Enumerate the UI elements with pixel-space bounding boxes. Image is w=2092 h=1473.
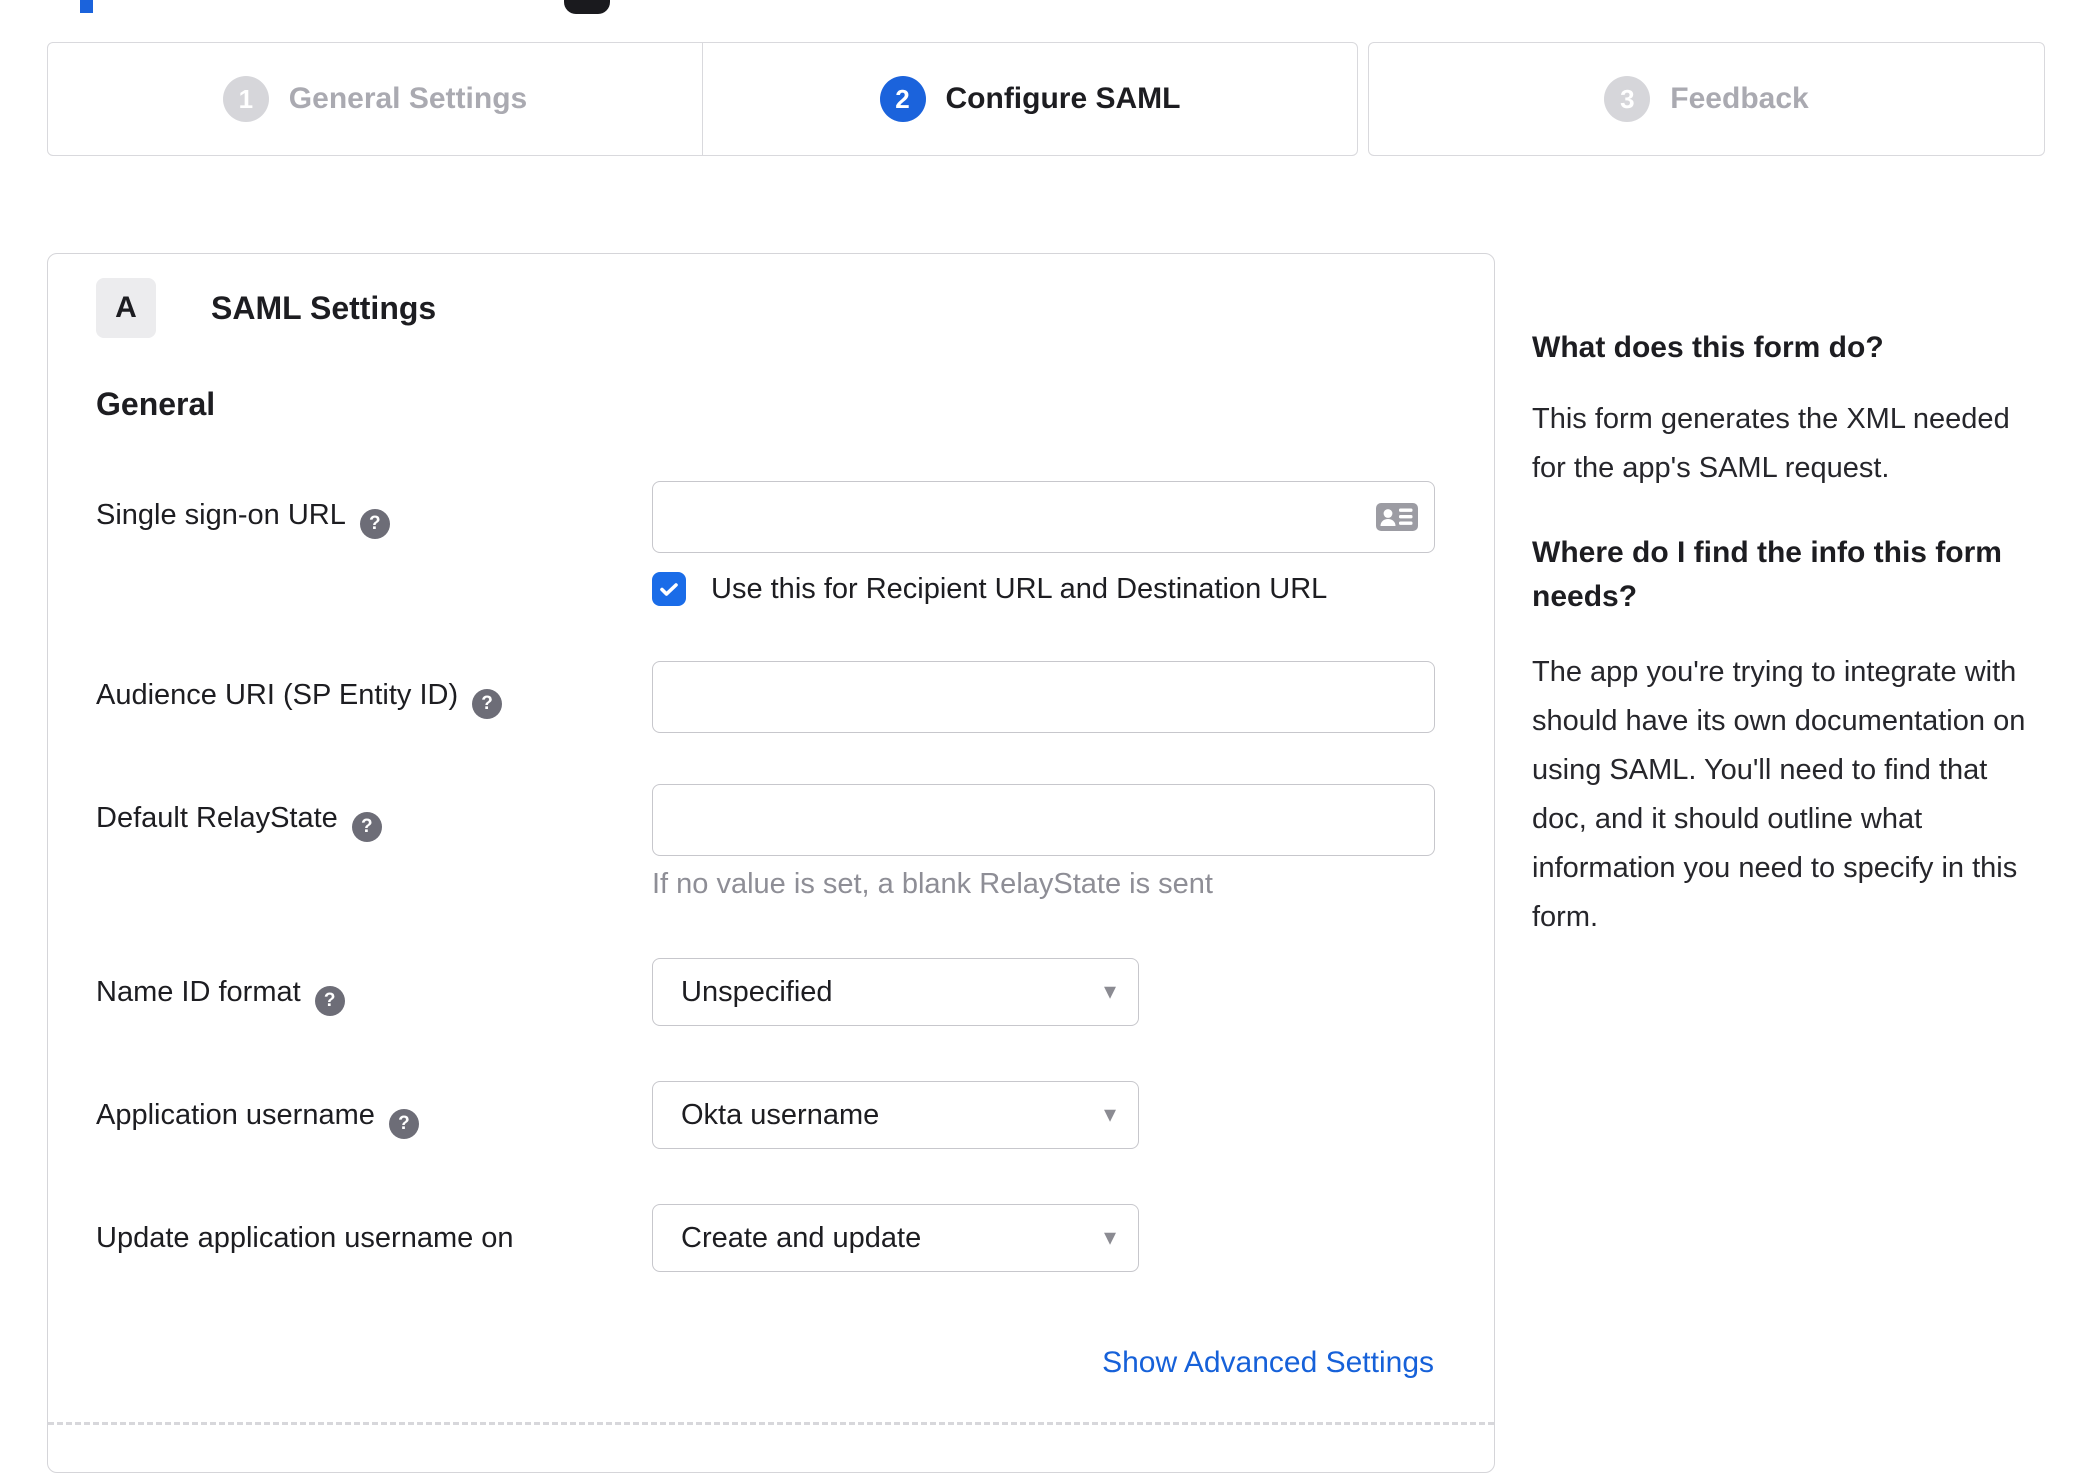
relaystate-helper-text: If no value is set, a blank RelayState i… bbox=[652, 868, 1213, 900]
step-configure-saml[interactable]: 2 Configure SAML bbox=[702, 43, 1357, 155]
label-col: Default RelayState? bbox=[96, 784, 652, 958]
sidebar-title-line: Where do I find the info this form bbox=[1532, 536, 2002, 569]
stepper-box-right: 3 Feedback bbox=[1368, 42, 2045, 156]
step-general-settings[interactable]: 1 General Settings bbox=[48, 43, 702, 155]
sidebar-title-where: Where do I find the info this form needs… bbox=[1532, 531, 2092, 619]
sidebar-paragraph: The app you're trying to integrate with … bbox=[1532, 648, 2092, 942]
sidebar-paragraph: This form generates the XML needed for t… bbox=[1532, 395, 2092, 493]
group-title-general: General bbox=[96, 386, 216, 422]
form-area: Single sign-on URL? Use this for Recipie… bbox=[96, 481, 1435, 1380]
sidebar-text-line: doc, and it should outline what bbox=[1532, 803, 1923, 835]
label-col: Name ID format? bbox=[96, 958, 652, 1081]
step-label: Configure SAML bbox=[945, 82, 1181, 115]
help-icon[interactable]: ? bbox=[388, 1109, 419, 1139]
form-row-application-username: Application username? Okta username ▾ bbox=[96, 1081, 1434, 1204]
control-col: Okta username ▾ bbox=[652, 1081, 1434, 1204]
form-row-default-relaystate: Default RelayState? If no value is set, … bbox=[96, 784, 1435, 958]
checkmark-icon bbox=[660, 583, 678, 596]
wizard-stepper: 1 General Settings 2 Configure SAML 3 Fe… bbox=[47, 42, 2045, 156]
help-icon[interactable]: ? bbox=[351, 812, 382, 842]
name-id-format-select[interactable]: Unspecified ▾ bbox=[652, 958, 1139, 1026]
field-label: Application username bbox=[96, 1099, 375, 1131]
help-icon[interactable]: ? bbox=[359, 509, 390, 539]
sidebar-text-line: form. bbox=[1532, 901, 1599, 933]
chevron-down-icon: ▾ bbox=[1103, 1224, 1116, 1251]
form-row-update-application-username: Update application username on Create an… bbox=[96, 1204, 1434, 1272]
sidebar-text-line: using SAML. You'll need to find that bbox=[1532, 754, 1988, 786]
select-value: Create and update bbox=[681, 1221, 922, 1254]
field-label: Name ID format bbox=[96, 976, 301, 1008]
control-col bbox=[652, 661, 1435, 784]
section-badge-a: A bbox=[96, 278, 156, 338]
label-col: Single sign-on URL? bbox=[96, 481, 652, 661]
chevron-down-icon: ▾ bbox=[1103, 978, 1116, 1005]
sidebar-title-what: What does this form do? bbox=[1532, 331, 1884, 364]
advanced-settings-row: Show Advanced Settings bbox=[96, 1346, 1434, 1380]
sidebar-text-line: should have its own documentation on bbox=[1532, 705, 2026, 737]
label-col: Application username? bbox=[96, 1081, 652, 1204]
field-label: Default RelayState bbox=[96, 802, 338, 834]
step-number-badge: 1 bbox=[222, 76, 269, 122]
panel-header: A SAML Settings bbox=[96, 278, 1434, 338]
application-username-select[interactable]: Okta username ▾ bbox=[652, 1081, 1139, 1149]
step-number-badge: 2 bbox=[879, 76, 926, 122]
step-number-badge: 3 bbox=[1604, 76, 1651, 122]
form-row-audience-uri: Audience URI (SP Entity ID)? bbox=[96, 661, 1435, 784]
sidebar-title-line: needs? bbox=[1532, 580, 1638, 613]
select-value: Unspecified bbox=[681, 975, 833, 1008]
help-icon[interactable]: ? bbox=[314, 986, 345, 1016]
input-wrap bbox=[652, 481, 1435, 553]
select-value: Okta username bbox=[681, 1098, 880, 1131]
single-sign-on-url-input[interactable] bbox=[652, 481, 1435, 553]
cutoff-blue-fragment bbox=[80, 0, 93, 13]
label-col: Audience URI (SP Entity ID)? bbox=[96, 661, 652, 784]
help-icon[interactable]: ? bbox=[472, 689, 503, 719]
label-col: Update application username on bbox=[96, 1204, 652, 1272]
input-wrap bbox=[652, 661, 1435, 733]
input-wrap bbox=[652, 784, 1435, 856]
control-col: Create and update ▾ bbox=[652, 1204, 1434, 1272]
cutoff-logo-fragment bbox=[564, 0, 610, 14]
field-label: Audience URI (SP Entity ID) bbox=[96, 679, 459, 711]
chevron-down-icon: ▾ bbox=[1103, 1101, 1116, 1128]
sidebar-text-line: information you need to specify in this bbox=[1532, 852, 2018, 884]
step-feedback[interactable]: 3 Feedback bbox=[1369, 43, 2044, 155]
default-relaystate-input[interactable] bbox=[652, 784, 1435, 856]
form-row-single-sign-on-url: Single sign-on URL? Use this for Recipie… bbox=[96, 481, 1435, 661]
checkbox-label: Use this for Recipient URL and Destinati… bbox=[711, 572, 1328, 605]
control-col: Use this for Recipient URL and Destinati… bbox=[652, 481, 1435, 661]
show-advanced-settings-link[interactable]: Show Advanced Settings bbox=[1102, 1346, 1434, 1379]
step-label: Feedback bbox=[1670, 82, 1809, 115]
sidebar-text-line: for the app's SAML request. bbox=[1532, 452, 1890, 484]
form-row-name-id-format: Name ID format? Unspecified ▾ bbox=[96, 958, 1434, 1081]
audience-uri-input[interactable] bbox=[652, 661, 1435, 733]
sidebar-text-line: This form generates the XML needed bbox=[1532, 403, 2010, 435]
panel-title: SAML Settings bbox=[211, 289, 437, 326]
sidebar-text-line: The app you're trying to integrate with bbox=[1532, 656, 2017, 688]
help-sidebar: What does this form do? This form genera… bbox=[1532, 330, 2092, 942]
stepper-box-left: 1 General Settings 2 Configure SAML bbox=[47, 42, 1358, 156]
field-label: Single sign-on URL bbox=[96, 499, 346, 531]
field-label: Update application username on bbox=[96, 1222, 514, 1254]
contact-card-icon[interactable] bbox=[1375, 500, 1419, 539]
section-dashed-divider bbox=[48, 1422, 1494, 1425]
control-col: If no value is set, a blank RelayState i… bbox=[652, 784, 1435, 958]
saml-settings-panel: A SAML Settings General Single sign-on U… bbox=[47, 253, 1495, 1473]
control-col: Unspecified ▾ bbox=[652, 958, 1434, 1081]
update-username-on-select[interactable]: Create and update ▾ bbox=[652, 1204, 1139, 1272]
recipient-url-checkbox[interactable] bbox=[652, 572, 686, 606]
recipient-url-checkbox-row: Use this for Recipient URL and Destinati… bbox=[652, 569, 1435, 609]
step-label: General Settings bbox=[288, 82, 528, 115]
